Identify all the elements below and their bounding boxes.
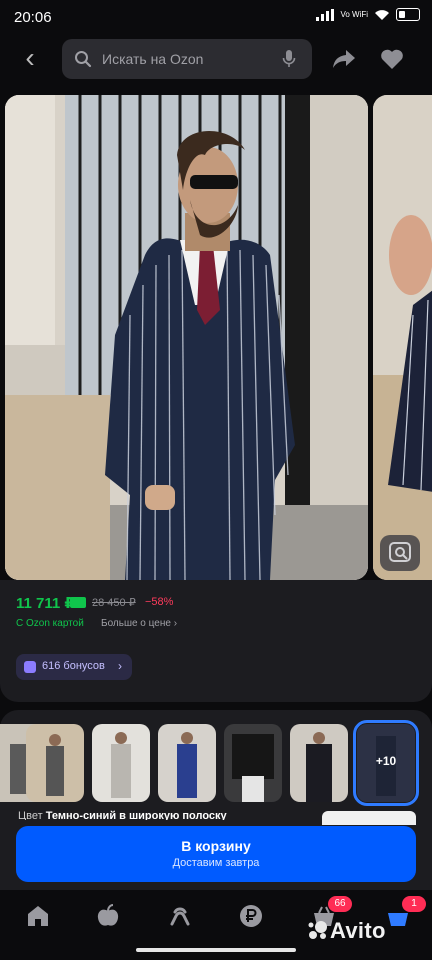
- color-label-title: Цвет: [18, 810, 43, 820]
- variant-thumb[interactable]: [92, 724, 150, 802]
- bonus-label: 616 бонусов: [42, 660, 105, 672]
- price-section: 11 711 ₽ 28 450 ₽ −58% С Ozon картой Бол…: [0, 580, 432, 702]
- bottom-nav: 66 1 Avito: [0, 890, 432, 960]
- product-photo-next-image: [373, 95, 432, 580]
- variant-thumb[interactable]: [290, 724, 348, 802]
- visual-search-button[interactable]: [380, 535, 420, 571]
- current-price: 11 711 ₽: [16, 595, 75, 612]
- nav-catalog[interactable]: [166, 902, 194, 930]
- status-time: 20:06: [14, 9, 52, 26]
- avito-watermark: Avito: [330, 918, 386, 943]
- search-icon: [75, 51, 92, 68]
- ozon-card-label: С Ozon картой: [16, 618, 84, 629]
- nav-home[interactable]: [24, 902, 52, 930]
- vowifi-label: Vo WiFi: [340, 9, 368, 19]
- catalog-icon: [170, 907, 190, 926]
- apple-icon: [97, 904, 119, 926]
- delivery-label: Доставим завтра: [172, 857, 260, 869]
- top-bar: ‹ Искать на Ozon: [0, 38, 432, 82]
- variant-thumb-selected[interactable]: +10: [353, 720, 419, 806]
- mic-icon[interactable]: [282, 49, 296, 69]
- back-button[interactable]: ‹: [16, 44, 44, 74]
- product-photo[interactable]: [5, 95, 368, 580]
- battery-icon: [396, 8, 420, 21]
- status-icons: Vo WiFi: [316, 8, 420, 21]
- wifi-icon: [375, 9, 389, 20]
- add-to-cart-button[interactable]: В корзину Доставим завтра: [16, 826, 416, 882]
- more-about-price-link[interactable]: Больше о цене ›: [101, 618, 177, 629]
- variant-thumb[interactable]: [158, 724, 216, 802]
- bonus-button[interactable]: 616 бонусов ›: [16, 654, 132, 680]
- lens-search-icon: [389, 542, 411, 562]
- variant-image: [46, 734, 64, 796]
- cart-badge: 66: [328, 896, 352, 912]
- variant-image: [232, 734, 274, 802]
- home-indicator: [136, 948, 296, 952]
- add-to-cart-label: В корзину: [181, 838, 251, 854]
- avito-logo-icon: [308, 921, 327, 939]
- product-gallery[interactable]: [0, 95, 432, 580]
- search-input[interactable]: Искать на Ozon: [62, 39, 312, 79]
- old-price: 28 450 ₽: [92, 597, 136, 609]
- search-placeholder: Искать на Ozon: [102, 51, 204, 67]
- nav-finance[interactable]: [237, 902, 265, 930]
- color-label: Цвет Темно-синий в широкую полоску: [18, 810, 278, 820]
- bonus-icon: [24, 661, 36, 673]
- product-photo-next[interactable]: [373, 95, 432, 580]
- nav-profile[interactable]: 1: [384, 896, 426, 930]
- variant-image: [111, 732, 131, 798]
- share-icon[interactable]: [332, 48, 356, 70]
- discount-badge: −58%: [145, 596, 174, 608]
- color-value: Темно-синий в широкую полоску: [45, 810, 227, 820]
- ruble-icon: [240, 905, 262, 927]
- chevron-right-icon: ›: [118, 659, 122, 673]
- more-about-price-label: Больше о цене: [101, 618, 171, 629]
- product-photo-image: [5, 95, 368, 580]
- variant-thumb[interactable]: [224, 724, 282, 802]
- home-icon: [28, 906, 48, 926]
- variant-thumb[interactable]: [26, 724, 84, 802]
- signal-icon: [316, 8, 335, 21]
- size-selector[interactable]: [322, 811, 416, 825]
- heart-icon[interactable]: [380, 48, 404, 70]
- status-bar: 20:06 Vo WiFi: [0, 0, 432, 36]
- nav-fresh[interactable]: [94, 902, 122, 930]
- ozon-card-icon: [70, 597, 86, 608]
- profile-badge: 1: [402, 896, 426, 912]
- variant-image: [177, 732, 197, 798]
- more-variants-count: +10: [375, 754, 397, 768]
- variant-image: [306, 732, 332, 802]
